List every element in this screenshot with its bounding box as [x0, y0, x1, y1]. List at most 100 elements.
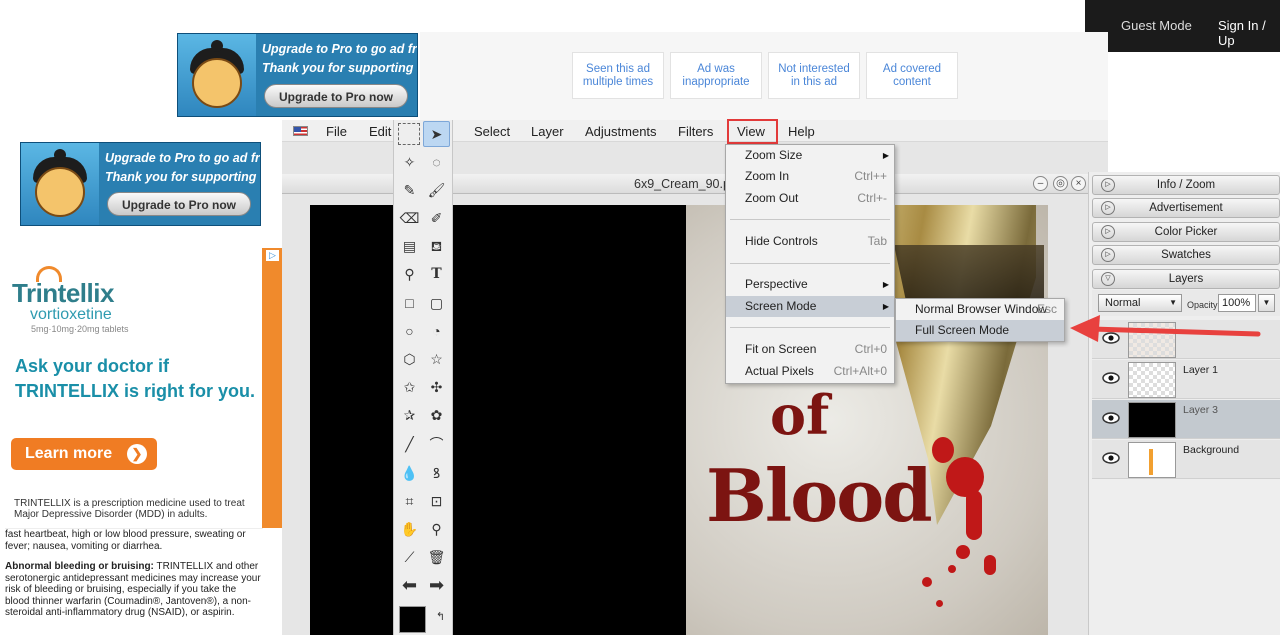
ad-generic-name: vortioxetine: [30, 306, 112, 323]
trintellix-ad[interactable]: ▷ Trintellix vortioxetine 5mg·10mg·20mg …: [0, 248, 282, 635]
sumo-line1: Upgrade to Pro to go ad free.: [262, 42, 418, 56]
ellipse-tool-icon[interactable]: ○: [396, 318, 423, 344]
layer-name: Layer 3: [1183, 404, 1219, 416]
upgrade-pro-button[interactable]: Upgrade to Pro now: [107, 192, 251, 216]
play-icon: ▷: [1101, 248, 1115, 262]
ad-doses: 5mg·10mg·20mg tablets: [31, 324, 129, 334]
panel-advertisement[interactable]: ▷ Advertisement: [1092, 198, 1280, 218]
collapse-icon: ▽: [1101, 272, 1115, 286]
sumo-upgrade-banner[interactable]: Upgrade to Pro to go ad free. Thank you …: [20, 142, 261, 226]
eye-icon[interactable]: [1102, 412, 1120, 424]
foreground-color-swatch[interactable]: [399, 606, 426, 633]
layer-thumbnail: [1128, 402, 1176, 438]
artwork-title-of: of: [770, 383, 830, 447]
menu-edit[interactable]: Edit: [369, 124, 391, 139]
rectangle-tool-icon[interactable]: □: [396, 290, 423, 316]
ad-feedback-inappropriate-button[interactable]: Ad was inappropriate: [670, 52, 762, 99]
magic-wand-tool-icon[interactable]: ✧: [396, 149, 423, 175]
menu-item-full-screen-mode[interactable]: Full Screen Mode: [896, 320, 1064, 341]
menu-item-zoom-out[interactable]: Zoom Out Ctrl+-: [726, 188, 894, 209]
adchoices-icon[interactable]: ▷: [266, 250, 279, 261]
menu-layer[interactable]: Layer: [531, 124, 564, 139]
eraser-tool-icon[interactable]: ⌫: [396, 205, 423, 231]
paint-bucket-tool-icon[interactable]: ⛾: [423, 233, 450, 259]
ad-fine-print[interactable]: fast heartbeat, high or low blood pressu…: [5, 528, 263, 635]
menu-item-perspective[interactable]: Perspective ▶: [726, 274, 894, 295]
menu-item-screen-mode[interactable]: Screen Mode ▶: [726, 296, 894, 317]
brush-tool-icon[interactable]: 🖌: [423, 177, 450, 203]
eyedropper-tool-icon[interactable]: ⟋: [396, 544, 423, 570]
sponge-tool-icon[interactable]: ꝸ: [423, 460, 450, 486]
zoom-tool-icon[interactable]: ⚲: [423, 516, 450, 542]
sumo-line1: Upgrade to Pro to go ad free.: [105, 151, 261, 165]
layer-row[interactable]: Layer 1: [1092, 360, 1280, 399]
swap-colors-icon[interactable]: ↰: [427, 604, 454, 630]
speech-shape-tool-icon[interactable]: ✰: [396, 402, 423, 428]
submenu-arrow-icon: ▶: [882, 280, 889, 289]
curve-tool-icon[interactable]: ⌒: [423, 431, 450, 457]
blur-tool-icon[interactable]: 💧: [396, 460, 423, 486]
panel-info-zoom[interactable]: ▷ Info / Zoom: [1092, 175, 1280, 195]
hand-tool-icon[interactable]: ✋: [396, 516, 423, 542]
rounded-rectangle-tool-icon[interactable]: ▢: [423, 290, 450, 316]
transform-tool-icon[interactable]: ⊡: [423, 488, 450, 514]
menu-item-fit-on-screen[interactable]: Fit on Screen Ctrl+0: [726, 339, 894, 360]
smudge-tool-icon[interactable]: ✐: [423, 205, 450, 231]
document-title: 6x9_Cream_90.p: [634, 177, 730, 191]
menu-select[interactable]: Select: [474, 124, 510, 139]
canvas-area[interactable]: [310, 205, 686, 635]
restore-icon[interactable]: ◎: [1053, 176, 1068, 191]
menu-item-normal-browser-window[interactable]: Normal Browser Window Esc: [896, 299, 1064, 320]
flower-shape-tool-icon[interactable]: ✿: [423, 402, 450, 428]
panel-color-picker[interactable]: ▷ Color Picker: [1092, 222, 1280, 242]
upgrade-pro-button[interactable]: Upgrade to Pro now: [264, 84, 408, 108]
custom-shape-tool-icon[interactable]: ◔: [423, 318, 450, 344]
star-tool-icon[interactable]: ☆: [423, 346, 450, 372]
ad-feedback-seen-button[interactable]: Seen this ad multiple times: [572, 52, 664, 99]
layer-row-selected[interactable]: Layer 3: [1092, 400, 1280, 439]
move-tool-icon[interactable]: ➤: [423, 121, 450, 147]
ad-feedback-covered-button[interactable]: Ad covered content: [866, 52, 958, 99]
eye-icon[interactable]: [1102, 372, 1120, 384]
redo-arrow-icon[interactable]: ➡: [423, 572, 450, 598]
menu-filters[interactable]: Filters: [678, 124, 713, 139]
trash-icon[interactable]: 🗑: [423, 544, 450, 570]
clone-stamp-tool-icon[interactable]: ⚲: [396, 261, 423, 287]
menu-item-hide-controls[interactable]: Hide Controls Tab: [726, 231, 894, 252]
gradient-tool-icon[interactable]: ▤: [396, 233, 423, 259]
ad-feedback-not-interested-button[interactable]: Not interested in this ad: [768, 52, 860, 99]
menu-file[interactable]: File: [326, 124, 347, 139]
menu-help[interactable]: Help: [788, 124, 815, 139]
lasso-tool-icon[interactable]: ◌: [423, 149, 450, 175]
text-tool-icon[interactable]: T: [423, 261, 450, 287]
star-shape-tool-icon[interactable]: ✩: [396, 374, 423, 400]
menu-adjustments[interactable]: Adjustments: [585, 124, 657, 139]
menu-item-zoom-in[interactable]: Zoom In Ctrl++: [726, 166, 894, 187]
eye-icon[interactable]: [1102, 452, 1120, 464]
marquee-tool-icon[interactable]: [398, 123, 420, 145]
crop-tool-icon[interactable]: ⌗: [396, 488, 423, 514]
polygon-tool-icon[interactable]: ⬡: [396, 346, 423, 372]
layer-row[interactable]: Background: [1092, 440, 1280, 479]
sumo-upgrade-banner[interactable]: Upgrade to Pro to go ad free. Thank you …: [177, 33, 418, 117]
puzzle-tool-icon[interactable]: ✣: [423, 374, 450, 400]
line-tool-icon[interactable]: ╱: [396, 431, 423, 457]
menu-item-zoom-size[interactable]: Zoom Size ▶: [726, 145, 894, 166]
screen-mode-submenu: Normal Browser Window Esc Full Screen Mod…: [895, 298, 1065, 342]
ad-fine-print-2-heading: Abnormal bleeding or bruising:: [5, 561, 154, 572]
red-arrow-annotation: [1070, 315, 1261, 342]
sumo-mascot-icon: [21, 143, 99, 225]
language-flag-icon[interactable]: [293, 126, 308, 136]
pencil-tool-icon[interactable]: ✎: [396, 177, 423, 203]
panel-layers[interactable]: ▽ Layers: [1092, 269, 1280, 289]
layer-name: Background: [1183, 444, 1240, 456]
play-icon: ▷: [1101, 201, 1115, 215]
minimize-icon[interactable]: –: [1033, 176, 1048, 191]
close-icon[interactable]: ×: [1071, 176, 1086, 191]
menu-item-actual-pixels[interactable]: Actual Pixels Ctrl+Alt+0: [726, 361, 894, 382]
learn-more-button[interactable]: Learn more ❯: [11, 438, 157, 470]
undo-arrow-icon[interactable]: ⬅: [396, 572, 423, 598]
sign-in-link[interactable]: Sign In / Up: [1218, 18, 1280, 48]
panel-swatches[interactable]: ▷ Swatches: [1092, 245, 1280, 265]
menu-separator: [730, 219, 890, 220]
